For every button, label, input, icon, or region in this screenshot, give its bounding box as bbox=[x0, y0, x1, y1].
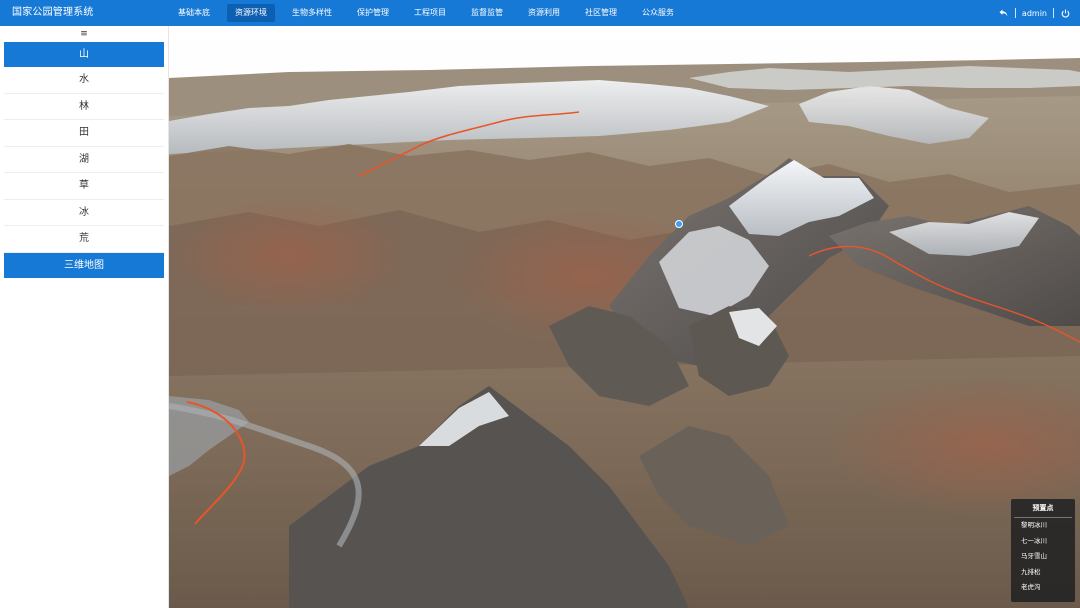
power-icon[interactable] bbox=[1060, 8, 1070, 18]
preset-item[interactable]: 马牙雪山 bbox=[1011, 549, 1075, 565]
sidebar-item-water[interactable]: 水 bbox=[4, 67, 164, 94]
sidebar-item-mountain[interactable]: 山 bbox=[4, 42, 164, 67]
reply-icon[interactable] bbox=[999, 8, 1009, 18]
sidebar-item-forest[interactable]: 林 bbox=[4, 94, 164, 120]
nav-item-protection[interactable]: 保护管理 bbox=[349, 4, 397, 22]
nav-item-projects[interactable]: 工程项目 bbox=[406, 4, 454, 22]
preset-points-panel: 预置点 黎明冰川 七一冰川 马牙雪山 九排松 老虎沟 bbox=[1011, 499, 1075, 602]
sidebar-item-ice[interactable]: 冰 bbox=[4, 200, 164, 226]
top-bar: 国家公园管理系统 基础本底 资源环境 生物多样性 保护管理 工程项目 监督监管 … bbox=[0, 0, 1080, 26]
nav-item-utilization[interactable]: 资源利用 bbox=[520, 4, 568, 22]
divider bbox=[1053, 8, 1054, 18]
nav-item-resources[interactable]: 资源环境 bbox=[227, 4, 275, 22]
preset-item[interactable]: 九排松 bbox=[1011, 565, 1075, 581]
main-nav: 基础本底 资源环境 生物多样性 保护管理 工程项目 监督监管 资源利用 社区管理… bbox=[170, 3, 691, 23]
preset-item[interactable]: 黎明冰川 bbox=[1011, 518, 1075, 534]
preset-item[interactable]: 老虎沟 bbox=[1011, 580, 1075, 596]
nav-item-biodiversity[interactable]: 生物多样性 bbox=[284, 4, 340, 22]
menu-icon[interactable]: ≡ bbox=[0, 26, 168, 42]
preset-panel-title: 预置点 bbox=[1014, 499, 1072, 518]
preset-item[interactable]: 七一冰川 bbox=[1011, 534, 1075, 550]
terrain-map[interactable] bbox=[169, 26, 1080, 608]
divider bbox=[1014, 8, 1016, 18]
sidebar-item-field[interactable]: 田 bbox=[4, 120, 164, 147]
sidebar-item-3d-map[interactable]: 三维地图 bbox=[4, 252, 164, 278]
sidebar-item-grass[interactable]: 草 bbox=[4, 173, 164, 200]
nav-item-supervision[interactable]: 监督监管 bbox=[463, 4, 511, 22]
sidebar: ≡ 山 水 林 田 湖 草 冰 荒 三维地图 bbox=[0, 26, 169, 608]
nav-item-community[interactable]: 社区管理 bbox=[577, 4, 625, 22]
nav-item-public[interactable]: 公众服务 bbox=[634, 4, 682, 22]
app-title: 国家公园管理系统 bbox=[12, 7, 94, 18]
terrain-map-view[interactable] bbox=[169, 26, 1080, 608]
user-area: admin bbox=[999, 0, 1070, 26]
sidebar-item-wasteland[interactable]: 荒 bbox=[4, 226, 164, 253]
username[interactable]: admin bbox=[1022, 9, 1047, 18]
nav-item-basic[interactable]: 基础本底 bbox=[170, 4, 218, 22]
sidebar-item-lake[interactable]: 湖 bbox=[4, 147, 164, 173]
